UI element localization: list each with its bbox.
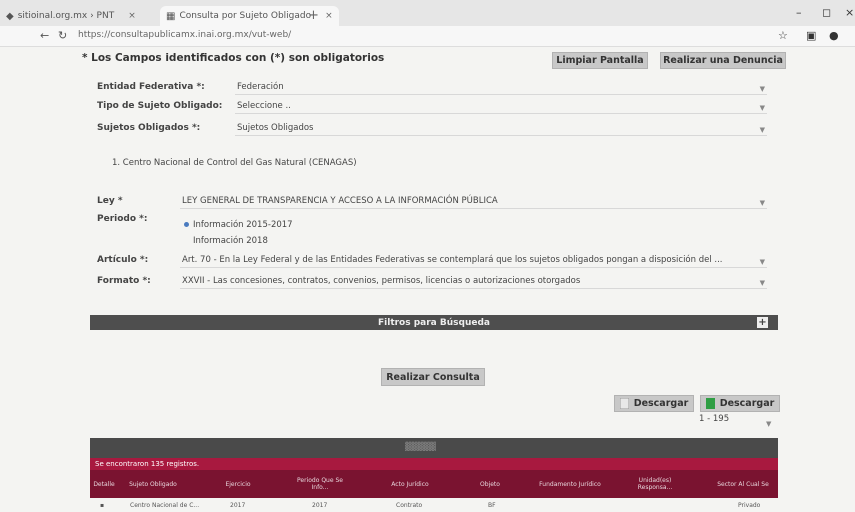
chevron-down-icon: ▼ [759, 279, 765, 287]
back-icon[interactable]: ← [40, 29, 49, 42]
run-query-button[interactable]: Realizar Consulta [381, 368, 485, 386]
clear-screen-button[interactable]: Limpiar Pantalla [552, 52, 648, 69]
table-cell: BF [488, 502, 496, 509]
column-header[interactable]: Ejercicio [208, 470, 268, 498]
column-header[interactable]: Periodo Que Se Info... [290, 470, 350, 498]
column-header[interactable]: Unidad(es) Responsa... [625, 470, 685, 498]
formato-select[interactable]: XXVII - Las concesiones, contratos, conv… [180, 274, 767, 289]
chevron-down-icon: ▼ [759, 199, 765, 207]
formato-label: Formato *: [97, 276, 151, 286]
close-icon[interactable]: × [128, 11, 136, 21]
table-cell: Contrato [396, 502, 423, 509]
results-label: ▓▓▓▓▓ [405, 442, 436, 451]
download-excel-button[interactable]: Descargar [700, 395, 780, 412]
tipo-label: Tipo de Sujeto Obligado: [97, 101, 223, 111]
required-note: * Los Campos identificados con (*) son o… [82, 52, 385, 64]
sujetos-label: Sujetos Obligados *: [97, 123, 201, 133]
url-field[interactable]: https://consultapublicamx.inai.org.mx/vu… [78, 30, 291, 40]
ley-select[interactable]: LEY GENERAL DE TRANSPARENCIA Y ACCESO A … [180, 194, 767, 209]
maximize-icon[interactable]: ◻ [822, 6, 831, 19]
tipo-select[interactable]: Seleccione .. ▼ [235, 99, 767, 114]
extension-icon[interactable]: ▣ [806, 29, 816, 42]
browser-tab-strip: ◆ sitioinal.org.mx › PNT × ▦ Consulta po… [0, 0, 855, 26]
search-filters-bar[interactable]: Filtros para Búsqueda + [90, 315, 778, 330]
chevron-down-icon: ▼ [759, 126, 765, 134]
sujetos-select[interactable]: Sujetos Obligados ▼ [235, 121, 767, 136]
articulo-label: Artículo *: [97, 255, 149, 265]
entidad-select[interactable]: Federación ▼ [235, 80, 767, 95]
ley-label: Ley * [97, 196, 123, 206]
browser-tab[interactable]: ◆ sitioinal.org.mx › PNT × [6, 6, 136, 26]
column-header[interactable]: Fundamento Jurídico [530, 470, 610, 498]
report-complaint-button[interactable]: Realizar una Denuncia [660, 52, 786, 69]
periodo-option-2018[interactable]: Información 2018 [193, 236, 268, 246]
download-button[interactable]: Descargar [614, 395, 694, 412]
pagination-select[interactable]: 1 - 195 [699, 414, 729, 424]
table-row[interactable]: ▪ Centro Nacional de C... 2017 2017 Cont… [90, 500, 778, 512]
new-tab-icon[interactable]: + [308, 8, 319, 23]
selected-subject: 1. Centro Nacional de Control del Gas Na… [112, 158, 357, 168]
radio-selected-icon [184, 222, 189, 227]
reload-icon[interactable]: ↻ [58, 29, 67, 42]
chevron-down-icon: ▼ [759, 258, 765, 266]
star-icon[interactable]: ☆ [778, 29, 788, 42]
results-count: Se encontraron 135 registros. [90, 458, 778, 470]
table-cell: 2017 [230, 502, 246, 509]
table-cell: Privado [738, 502, 761, 509]
entidad-label: Entidad Federativa *: [97, 82, 205, 92]
expand-icon[interactable]: + [757, 317, 768, 328]
column-header[interactable]: Acto Jurídico [375, 470, 445, 498]
periodo-option-2015[interactable]: Información 2015-2017 [184, 220, 293, 230]
chevron-down-icon: ▼ [766, 420, 772, 428]
close-window-icon[interactable]: × [845, 6, 854, 19]
column-header[interactable]: Sector Al Cual Se [710, 470, 776, 498]
detail-icon[interactable]: ▪ [100, 502, 104, 509]
tab-icon: ◆ [6, 10, 14, 22]
close-icon[interactable]: × [325, 11, 333, 21]
articulo-select[interactable]: Art. 70 - En la Ley Federal y de las Ent… [180, 253, 767, 268]
column-header[interactable]: Objeto [465, 470, 515, 498]
chevron-down-icon: ▼ [759, 104, 765, 112]
results-table-header: Detalle Sujeto Obligado Ejercicio Period… [90, 470, 778, 498]
periodo-label: Periodo *: [97, 214, 148, 224]
excel-icon [705, 398, 715, 409]
column-header[interactable]: Detalle [90, 470, 118, 498]
tab-icon: ▦ [166, 10, 176, 22]
chevron-down-icon: ▼ [759, 85, 765, 93]
table-cell: Centro Nacional de C... [130, 502, 200, 509]
file-icon [619, 398, 629, 409]
table-cell: 2017 [312, 502, 328, 509]
address-bar: ← ↻ https://consultapublicamx.inai.org.m… [0, 26, 855, 47]
minimize-icon[interactable]: – [796, 6, 802, 19]
column-header[interactable]: Sujeto Obligado [118, 470, 188, 498]
profile-icon[interactable]: ● [829, 29, 839, 42]
